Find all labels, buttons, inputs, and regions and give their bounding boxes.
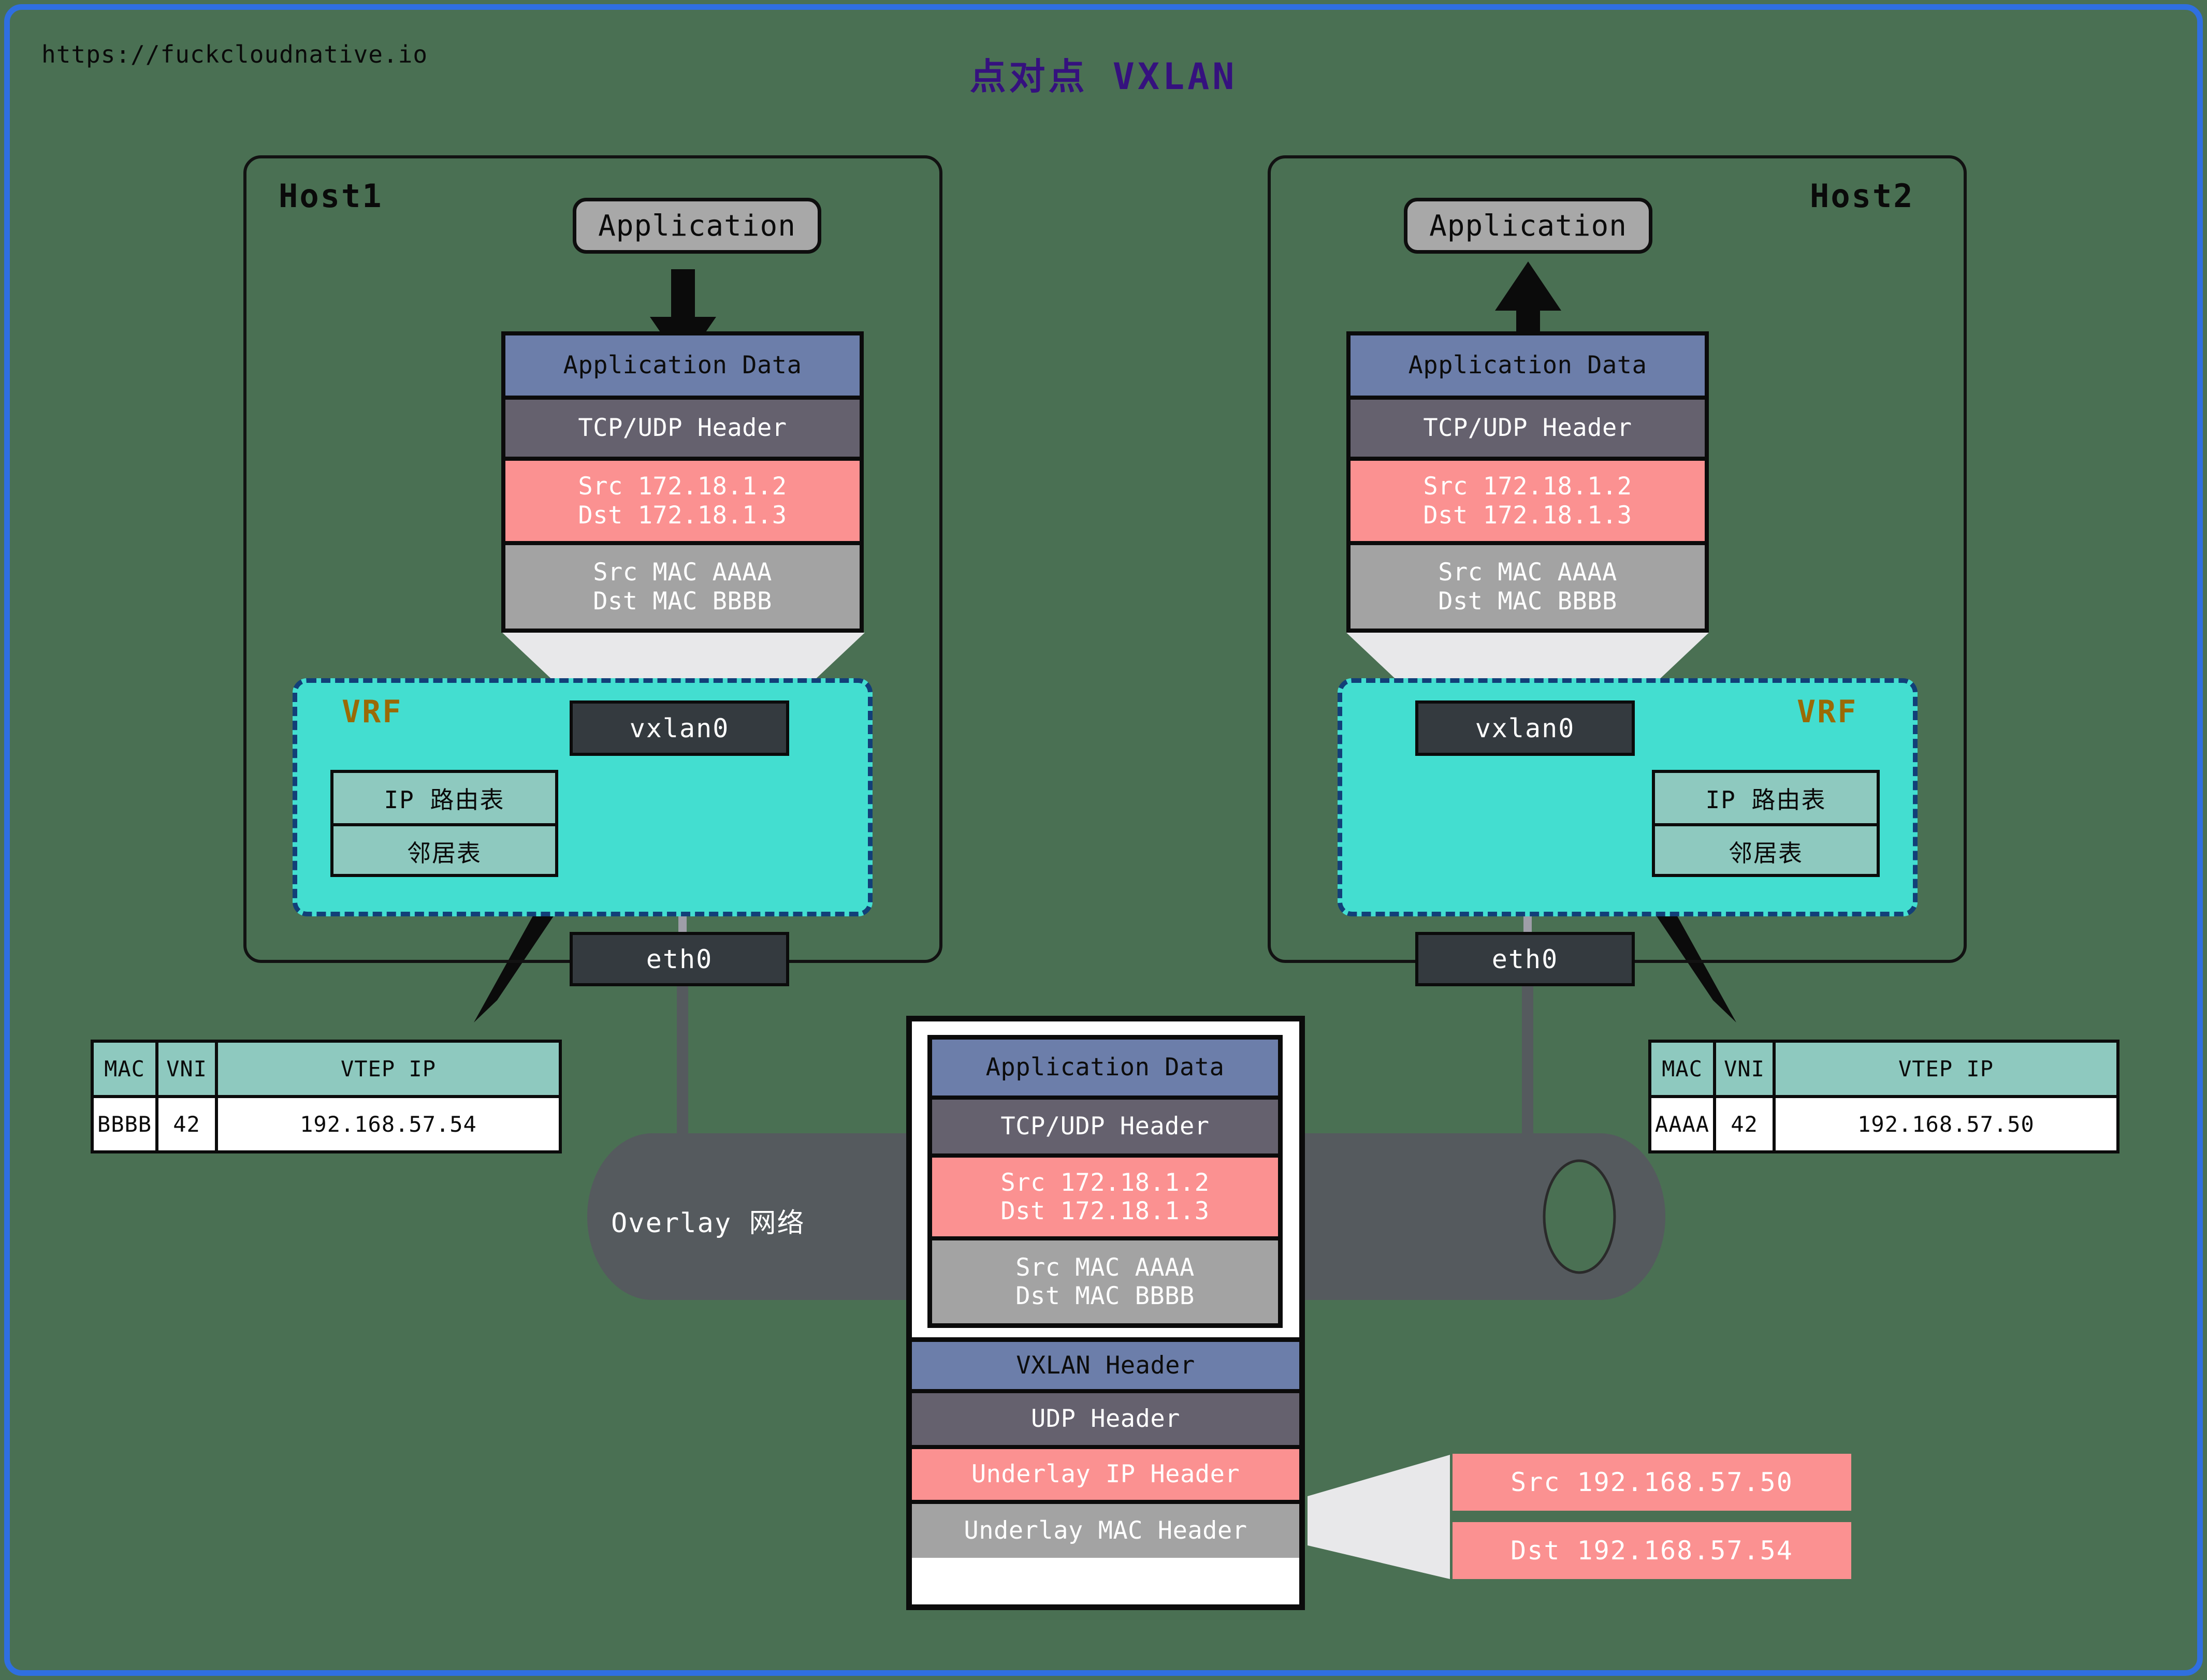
host1-application-box[interactable]: Application (573, 198, 821, 254)
encap-inner-ip-dst: Dst 172.18.1.3 (1000, 1197, 1210, 1225)
host1-pkt-ip-src: Src 172.18.1.2 (578, 472, 787, 501)
host2-fdb-cell-vtep: 192.168.57.50 (1776, 1098, 2116, 1150)
host1-fdb-cell-vtep: 192.168.57.54 (218, 1098, 559, 1150)
encap-vxlan-header: VXLAN Header (912, 1337, 1299, 1393)
encap-inner-packet: Application Data TCP/UDP Header Src 172.… (927, 1035, 1283, 1328)
host1-vrf-tables: IP 路由表 邻居表 (330, 770, 558, 877)
encap-inner-ip: Src 172.18.1.2 Dst 172.18.1.3 (932, 1158, 1278, 1240)
underlay-dst-callout: Dst 192.168.57.54 (1453, 1522, 1851, 1579)
host1-eth0[interactable]: eth0 (570, 932, 789, 986)
host1-pkt-tcp: TCP/UDP Header (505, 400, 860, 461)
encap-inner-mac-src: Src MAC AAAA (1015, 1253, 1195, 1282)
host1-pkt-appdata: Application Data (505, 335, 860, 400)
host2-packet-stack: Application Data TCP/UDP Header Src 172.… (1346, 331, 1709, 633)
host1-neigh-table: 邻居表 (407, 839, 482, 867)
host2-label: Host2 (1810, 177, 1914, 215)
encap-inner-appdata: Application Data (932, 1040, 1278, 1100)
host2-eth0[interactable]: eth0 (1415, 932, 1635, 986)
host1-fdb-table: MAC VNI VTEP IP BBBB 42 192.168.57.54 (91, 1040, 562, 1153)
host1-pkt-mac: Src MAC AAAA Dst MAC BBBB (505, 545, 860, 629)
host1-fdb-cell-vni: 42 (158, 1098, 218, 1150)
encap-underlay-mac-header: Underlay MAC Header (912, 1504, 1299, 1558)
host1-vxlan0[interactable]: vxlan0 (570, 700, 789, 756)
host2-pkt-ip: Src 172.18.1.2 Dst 172.18.1.3 (1351, 461, 1705, 545)
page-title: 点对点 VXLAN (969, 55, 1238, 98)
host1-fdb-head-vtep: VTEP IP (218, 1043, 559, 1095)
encap-inner-mac: Src MAC AAAA Dst MAC BBBB (932, 1240, 1278, 1323)
host1-pkt-mac-dst: Dst MAC BBBB (593, 587, 772, 616)
host1-pkt-ip: Src 172.18.1.2 Dst 172.18.1.3 (505, 461, 860, 545)
overlay-network-label: Overlay 网络 (611, 1208, 805, 1239)
host2-fdb-head-mac: MAC (1651, 1043, 1716, 1095)
host2-fdb-table: MAC VNI VTEP IP AAAA 42 192.168.57.50 (1648, 1040, 2119, 1153)
encap-inner-mac-dst: Dst MAC BBBB (1015, 1282, 1195, 1310)
encap-udp-header: UDP Header (912, 1393, 1299, 1449)
host2-route-table: IP 路由表 (1655, 773, 1877, 826)
host2-fdb-head-vtep: VTEP IP (1776, 1043, 2116, 1095)
host2-neigh-table: 邻居表 (1729, 839, 1803, 867)
host2-pkt-tcp: TCP/UDP Header (1351, 400, 1705, 461)
encap-inner-ip-src: Src 172.18.1.2 (1000, 1168, 1210, 1197)
host2-pkt-mac-dst: Dst MAC BBBB (1438, 587, 1617, 616)
host2-fdb-head-vni: VNI (1716, 1043, 1776, 1095)
host2-pkt-mac-src: Src MAC AAAA (1438, 558, 1617, 587)
host1-route-table: IP 路由表 (333, 773, 555, 826)
host1-pkt-mac-src: Src MAC AAAA (593, 558, 772, 587)
host1-fdb-head-vni: VNI (158, 1043, 218, 1095)
host2-fdb-cell-vni: 42 (1716, 1098, 1776, 1150)
host2-vrf-label: VRF (1797, 694, 1858, 730)
host2-fdb-cell-mac: AAAA (1651, 1098, 1716, 1150)
host2-application-box[interactable]: Application (1404, 198, 1652, 254)
underlay-src-callout: Src 192.168.57.50 (1453, 1454, 1851, 1511)
encap-outer-headers: VXLAN Header UDP Header Underlay IP Head… (912, 1337, 1299, 1604)
host2-vrf-tables: IP 路由表 邻居表 (1652, 770, 1880, 877)
host2-pkt-ip-src: Src 172.18.1.2 (1423, 472, 1632, 501)
encap-underlay-ip-header: Underlay IP Header (912, 1449, 1299, 1504)
host1-label: Host1 (279, 177, 383, 215)
host1-fdb-cell-mac: BBBB (94, 1098, 158, 1150)
host1-pkt-ip-dst: Dst 172.18.1.3 (578, 501, 787, 530)
host2-pkt-appdata: Application Data (1351, 335, 1705, 400)
host1-vrf-label: VRF (342, 694, 403, 730)
host1-fdb-head-mac: MAC (94, 1043, 158, 1095)
host2-pkt-ip-dst: Dst 172.18.1.3 (1423, 501, 1632, 530)
host1-packet-stack: Application Data TCP/UDP Header Src 172.… (501, 331, 864, 633)
encap-packet: Application Data TCP/UDP Header Src 172.… (906, 1016, 1305, 1610)
host2-vxlan0[interactable]: vxlan0 (1415, 700, 1635, 756)
encap-inner-tcp: TCP/UDP Header (932, 1100, 1278, 1158)
host2-pkt-mac: Src MAC AAAA Dst MAC BBBB (1351, 545, 1705, 629)
